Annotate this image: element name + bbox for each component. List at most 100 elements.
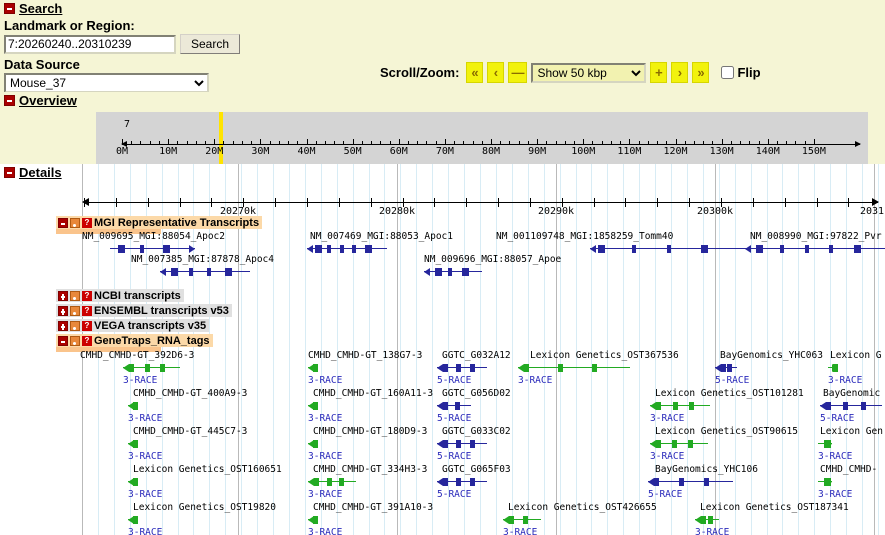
genetrap-glyph[interactable] (503, 514, 541, 526)
exon-block (672, 440, 677, 448)
help-icon[interactable]: ? (82, 320, 92, 331)
overview-tick-label: 150M (801, 146, 826, 157)
genetrap-glyph[interactable] (818, 438, 832, 450)
data-source-select[interactable]: Mouse_37 (4, 73, 209, 93)
track-title: NCBI transcripts (94, 289, 181, 302)
overview-major-tick (352, 139, 354, 145)
zoom-level-select[interactable]: Show 50 kbp (531, 62, 647, 83)
strand-arrow-left-icon (307, 245, 313, 253)
track-header-ncbi[interactable]: ? NCBI transcripts (56, 289, 184, 302)
zoom-out-button[interactable]: — (508, 62, 528, 83)
genetrap-glyph[interactable] (437, 438, 487, 450)
overview-minor-tick (500, 141, 502, 145)
expand-track-icon[interactable] (58, 290, 68, 301)
genetrap-glyph[interactable] (695, 514, 719, 526)
genetrap-glyph[interactable] (648, 476, 733, 488)
race-type-label: 3-RACE (128, 413, 163, 424)
transcript-glyph[interactable] (160, 266, 250, 278)
genetrap-glyph[interactable] (128, 438, 138, 450)
genetrap-glyph[interactable] (650, 400, 710, 412)
search-section-header[interactable]: Search (0, 0, 885, 17)
flip-checkbox[interactable] (721, 66, 735, 79)
genetrap-glyph[interactable] (437, 476, 487, 488)
track-header-mgi[interactable]: ? MGI Representative Transcripts (56, 216, 263, 229)
landmark-input[interactable] (4, 34, 176, 54)
exon-block (443, 364, 448, 372)
transcript-glyph[interactable] (745, 243, 885, 255)
transcript-glyph[interactable] (424, 266, 482, 278)
expand-track-icon[interactable] (58, 305, 68, 316)
help-icon[interactable]: ? (82, 290, 92, 301)
rss-icon[interactable] (70, 217, 80, 228)
track-header-genetraps[interactable]: ? GeneTraps_RNA_tags (56, 334, 213, 347)
help-icon[interactable]: ? (82, 305, 92, 316)
collapse-search-icon[interactable] (4, 3, 15, 14)
scroll-right-button[interactable]: › (671, 62, 689, 83)
genetrap-glyph[interactable] (128, 476, 138, 488)
help-icon[interactable]: ? (82, 217, 92, 228)
genetrap-glyph[interactable] (123, 362, 180, 374)
race-type-label: 3-RACE (818, 451, 853, 462)
race-type-label: 3-RACE (128, 489, 163, 500)
detail-tick (307, 198, 308, 207)
genetrap-label: CMHD_CMHD-GT_160A11-3 (313, 388, 434, 399)
genetrap-glyph[interactable] (308, 438, 318, 450)
track-header-ensembl[interactable]: ? ENSEMBL transcripts v53 (56, 304, 232, 317)
genetrap-glyph[interactable] (650, 438, 708, 450)
details-canvas[interactable]: 20270k 20280k 20290k 20300k 2031 ? MGI Repre… (0, 164, 885, 535)
genetrap-glyph[interactable] (437, 362, 487, 374)
track-header-vega[interactable]: ? VEGA transcripts v35 (56, 319, 210, 332)
genetrap-glyph[interactable] (308, 400, 318, 412)
detail-tick (339, 198, 340, 207)
expand-track-icon[interactable] (58, 320, 68, 331)
rss-icon[interactable] (70, 335, 80, 346)
strand-arrow-left-icon (590, 245, 596, 253)
detail-ruler[interactable]: 20270k 20280k 20290k 20300k 2031 (0, 182, 885, 217)
collapse-overview-icon[interactable] (4, 95, 15, 106)
genetrap-glyph[interactable] (128, 400, 138, 412)
transcript-glyph[interactable] (590, 243, 745, 255)
collapse-track-icon[interactable] (58, 217, 68, 228)
genetrap-label: Lexicon Genetics_OST90615 (655, 426, 798, 437)
help-icon[interactable]: ? (82, 335, 92, 346)
exon-block (448, 268, 453, 276)
exon-block (443, 402, 448, 410)
genetrap-glyph[interactable] (128, 514, 138, 526)
overview-section-header[interactable]: Overview (0, 92, 77, 109)
transcript-glyph[interactable] (307, 243, 387, 255)
exon-block (598, 245, 605, 253)
exon-block (829, 245, 834, 253)
overview-minor-tick (795, 141, 797, 145)
track-title: ENSEMBL transcripts v53 (94, 304, 229, 317)
genetrap-glyph[interactable] (308, 514, 318, 526)
zoom-in-button[interactable]: + (650, 62, 668, 83)
detail-tick (275, 198, 276, 207)
rss-icon[interactable] (70, 305, 80, 316)
scroll-right-far-button[interactable]: » (692, 62, 710, 83)
detail-tick (848, 198, 849, 207)
overview-minor-tick (186, 141, 188, 145)
genetrap-glyph[interactable] (715, 362, 737, 374)
rss-icon[interactable] (70, 320, 80, 331)
genetrap-glyph[interactable] (308, 476, 356, 488)
scroll-left-far-button[interactable]: « (466, 62, 484, 83)
overview-minor-tick (389, 141, 391, 145)
transcript-label: NM_007385_MGI:87878_Apoc4 (131, 254, 274, 265)
genetrap-glyph[interactable] (437, 400, 471, 412)
genetrap-glyph[interactable] (820, 400, 882, 412)
overview-major-tick (306, 139, 308, 145)
overview-tick-label: 90M (528, 146, 547, 157)
genetrap-glyph[interactable] (818, 476, 832, 488)
genetrap-glyph[interactable] (308, 362, 318, 374)
overview-tick-label: 40M (297, 146, 316, 157)
rss-icon[interactable] (70, 290, 80, 301)
scroll-left-button[interactable]: ‹ (487, 62, 505, 83)
overview-minor-tick (158, 141, 160, 145)
overview-canvas[interactable]: 7 0M 10M 20M 30M 40M 50M 60M 70M 80M 90M 100M 110M 1… (96, 112, 868, 164)
genetrap-glyph[interactable] (518, 362, 630, 374)
overview-minor-tick (804, 141, 806, 145)
exon-block (225, 268, 232, 276)
genetrap-glyph[interactable] (828, 362, 838, 374)
search-button[interactable]: Search (180, 34, 241, 54)
collapse-track-icon[interactable] (58, 335, 68, 346)
